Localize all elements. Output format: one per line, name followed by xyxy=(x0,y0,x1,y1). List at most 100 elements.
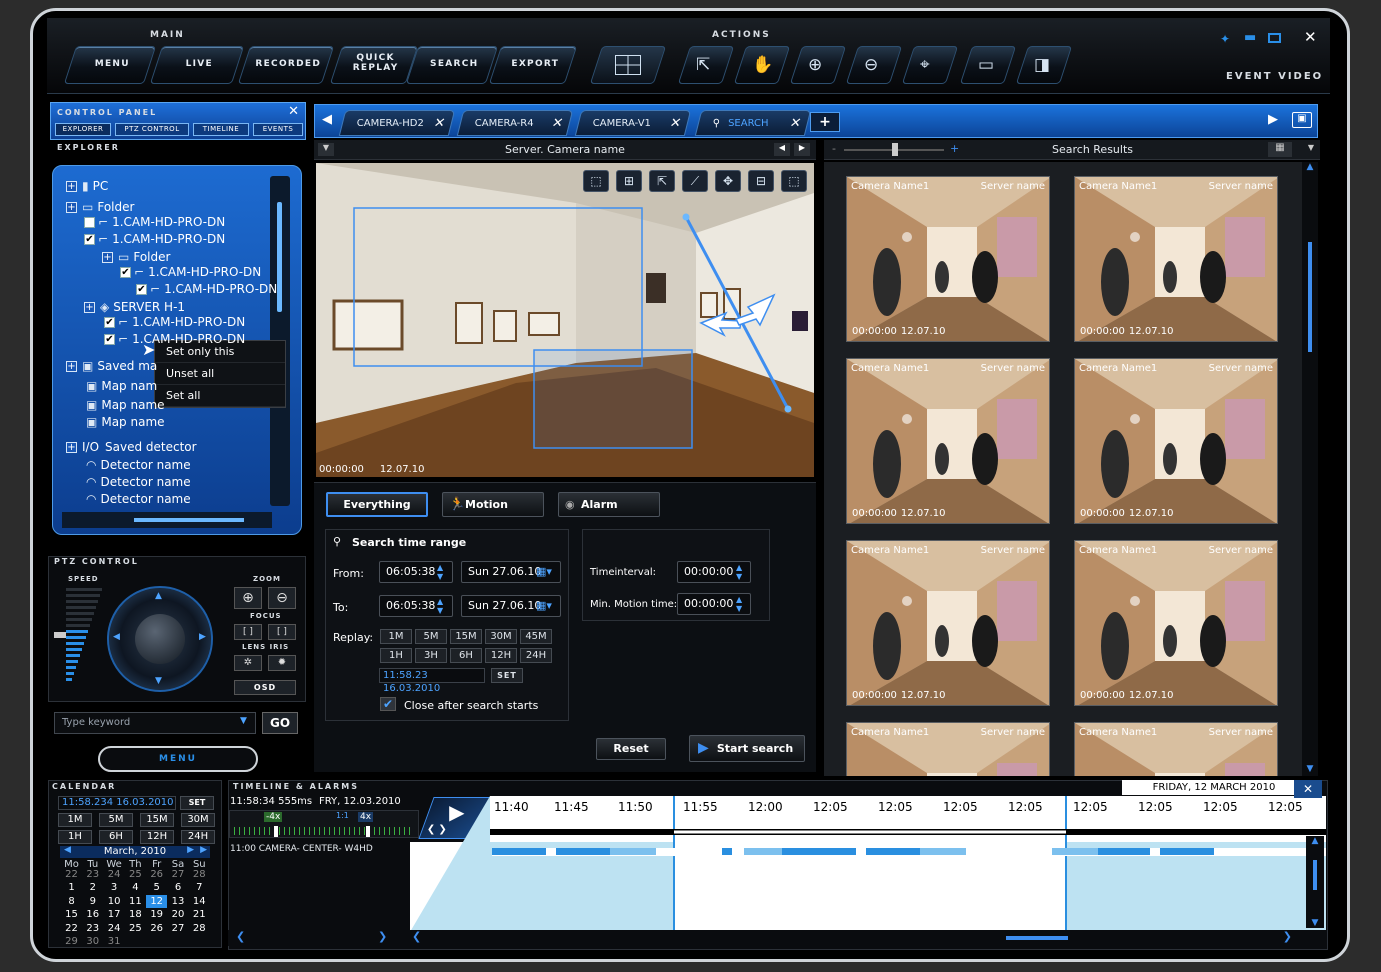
min-motion-spinner[interactable]: ▲ ▼ xyxy=(736,595,742,613)
calendar-icon[interactable]: ▦▾ xyxy=(536,599,552,612)
mode-alarm[interactable]: ◉ Alarm xyxy=(558,492,660,517)
result-thumbnail[interactable]: Camera Name1 Server name 00:00:00 12.07.10 xyxy=(846,540,1050,706)
calendar-day[interactable]: 23 xyxy=(82,922,103,935)
keyword-input[interactable]: Type keyword xyxy=(54,712,256,734)
calendar-day[interactable]: 26 xyxy=(146,922,167,935)
expand-icon[interactable]: + xyxy=(66,442,77,453)
layout-grid-button[interactable] xyxy=(589,46,667,84)
recording-segment[interactable] xyxy=(722,848,732,855)
size-minus-icon[interactable]: - xyxy=(832,142,836,155)
main-button-live[interactable]: LIVE xyxy=(149,46,245,84)
main-button-recorded[interactable]: RECORDED xyxy=(237,46,335,84)
speed-handle[interactable] xyxy=(366,826,370,837)
calendar-day[interactable]: 16 xyxy=(82,908,103,921)
replay-45m[interactable]: 45M xyxy=(520,629,552,644)
line-icon[interactable]: ⟋ xyxy=(682,170,708,192)
recording-segment[interactable] xyxy=(1160,848,1214,855)
speed-meter[interactable] xyxy=(66,588,106,690)
speed-handle[interactable] xyxy=(274,826,278,837)
focus-far-button[interactable]: [ ] xyxy=(268,624,296,640)
main-button-export[interactable]: EXPORT xyxy=(488,46,578,84)
expand-icon[interactable]: + xyxy=(66,202,77,213)
result-thumbnail[interactable]: Camera Name1 Server name xyxy=(1074,722,1278,776)
camera-next-icon[interactable]: ▶ xyxy=(794,143,810,156)
replay-1m[interactable]: 1M xyxy=(380,629,412,644)
cp-tab-ptz-control[interactable]: PTZ CONTROL xyxy=(115,123,189,136)
recording-segment[interactable] xyxy=(866,848,920,855)
month-next-icon[interactable]: ▶ xyxy=(187,845,194,855)
calendar-day[interactable]: 6 xyxy=(168,881,189,894)
tree-item-camera[interactable]: ✔ ⌐ 1.CAM-HD-PRO-DN xyxy=(104,332,245,346)
timeline-close-icon[interactable]: ✕ xyxy=(1294,780,1322,798)
timeline-scroll-thumb[interactable] xyxy=(1006,936,1068,940)
from-time-spinner[interactable]: ▲ ▼ xyxy=(437,563,443,581)
tree-checkbox[interactable] xyxy=(84,217,95,228)
calendar-day-prev-month[interactable]: 28 xyxy=(189,868,210,881)
iris-close-icon[interactable]: ✲ xyxy=(234,655,262,671)
to-time-spinner[interactable]: ▲ ▼ xyxy=(437,597,443,615)
tree-checkbox[interactable]: ✔ xyxy=(136,284,147,295)
main-button-search[interactable]: SEARCH xyxy=(405,46,499,84)
replay-set-button[interactable]: SET xyxy=(491,668,523,683)
calendar-day[interactable]: 31 xyxy=(104,935,125,948)
calendar-day[interactable]: 2 xyxy=(82,881,103,894)
tree-hscrollbar[interactable] xyxy=(62,512,272,528)
calendar-day[interactable]: 22 xyxy=(61,922,82,935)
calendar-day[interactable]: 29 xyxy=(61,935,82,948)
maximize-icon[interactable] xyxy=(1268,33,1281,43)
range-1h[interactable]: 1H xyxy=(58,830,92,844)
calendar-day[interactable]: 11 xyxy=(125,895,146,908)
tree-item-camera[interactable]: ✔ ⌐ 1.CAM-HD-PRO-DN xyxy=(136,282,277,296)
calendar-day[interactable]: 19 xyxy=(146,908,167,921)
minimize-icon[interactable]: ▬ xyxy=(1244,30,1256,45)
calendar-day-prev-month[interactable]: 26 xyxy=(146,868,167,881)
timeline-vscroll[interactable]: ▲ ▼ xyxy=(1306,836,1324,928)
recording-segment[interactable] xyxy=(492,848,546,855)
calendar-set-button[interactable]: SET xyxy=(180,796,214,810)
tree-item-detector[interactable]: ◠ Detector name xyxy=(86,475,191,489)
camera-tab-camera-r4[interactable]: CAMERA-R4 ✕ xyxy=(456,110,574,136)
tabs-next-icon[interactable]: ▶ xyxy=(1268,112,1278,127)
recording-segment[interactable] xyxy=(920,848,966,855)
add-area-icon[interactable]: ⊞ xyxy=(616,170,642,192)
calendar-day[interactable]: 8 xyxy=(61,895,82,908)
recording-segment[interactable] xyxy=(610,848,656,855)
cp-tab-events[interactable]: EVENTS xyxy=(253,123,303,136)
folder-icon[interactable]: ▣ xyxy=(1292,112,1312,128)
timeline-hscroll[interactable]: ❮ ❯ ❮ ❯ xyxy=(228,930,1326,946)
calendar-day[interactable]: 3 xyxy=(104,881,125,894)
range-12h[interactable]: 12H xyxy=(140,830,174,844)
replay-5m[interactable]: 5M xyxy=(415,629,447,644)
calendar-day[interactable]: 21 xyxy=(189,908,210,921)
remove-area-icon[interactable]: ⊟ xyxy=(748,170,774,192)
replay-1h[interactable]: 1H xyxy=(380,648,412,663)
tree-checkbox[interactable]: ✔ xyxy=(104,334,115,345)
replay-3h[interactable]: 3H xyxy=(415,648,447,663)
range-24h[interactable]: 24H xyxy=(181,830,215,844)
range-1m[interactable]: 1M xyxy=(58,813,92,827)
mode-motion[interactable]: 🏃 Motion xyxy=(442,492,544,517)
focus-near-button[interactable]: [ ] xyxy=(234,624,262,640)
expand-icon[interactable]: + xyxy=(102,252,113,263)
replay-30m[interactable]: 30M xyxy=(485,629,517,644)
event-video-label[interactable]: EVENT VIDEO xyxy=(1226,71,1323,82)
range-15m[interactable]: 15M xyxy=(140,813,174,827)
tree-item-map[interactable]: ▣ Map name xyxy=(86,398,165,412)
camera-prev-icon[interactable]: ◀ xyxy=(774,143,790,156)
grid-view-icon[interactable]: ▦ xyxy=(1268,142,1292,157)
replay-24h[interactable]: 24H xyxy=(520,648,552,663)
speed-slider-handle[interactable] xyxy=(54,632,66,638)
tree-item-camera[interactable]: ✔ ⌐ 1.CAM-HD-PRO-DN xyxy=(120,265,261,279)
result-thumbnail[interactable]: Camera Name1 Server name xyxy=(846,722,1050,776)
recording-segment[interactable] xyxy=(556,848,610,855)
mode-everything[interactable]: Everything xyxy=(326,492,428,517)
timeinterval-spinner[interactable]: ▲ ▼ xyxy=(736,563,742,581)
replay-datetime[interactable]: 11:58.23 16.03.2010 xyxy=(379,668,485,694)
result-thumbnail[interactable]: Camera Name1 Server name 00:00:00 12.07.10 xyxy=(1074,358,1278,524)
calendar-day[interactable]: 4 xyxy=(125,881,146,894)
select-area-icon[interactable]: ⬚ xyxy=(583,170,609,192)
scroll-left-icon[interactable]: ❮ xyxy=(236,930,245,943)
tree-item-folder[interactable]: + ▭ Folder xyxy=(66,200,134,214)
replay-15m[interactable]: 15M xyxy=(450,629,482,644)
camera-tab-search[interactable]: ⚲ SEARCH ✕ xyxy=(694,110,812,136)
